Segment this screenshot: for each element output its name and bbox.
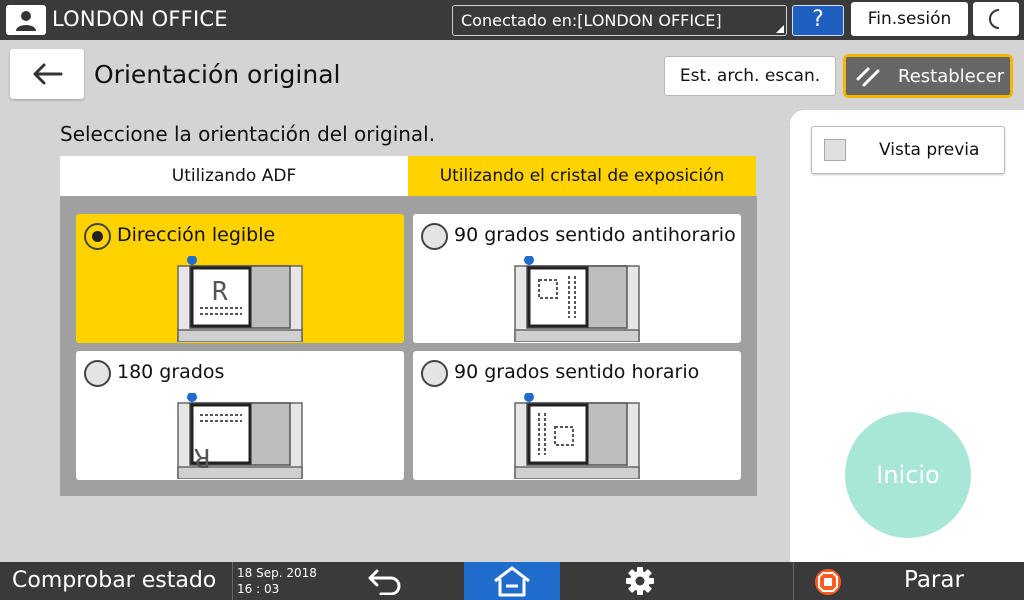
option-label: 180 grados — [117, 361, 225, 383]
scanner-180-icon: R — [177, 393, 303, 479]
scanner-90-cw-icon — [514, 393, 640, 479]
svg-text:R: R — [212, 277, 228, 307]
connection-label: Conectado en:[LONDON OFFICE] — [461, 11, 722, 30]
tab-adf[interactable]: Utilizando ADF — [60, 156, 408, 196]
check-status-button[interactable]: Comprobar estado — [0, 562, 229, 600]
orientation-options: Dirección legible R 90 grados sentido an… — [60, 196, 757, 496]
undo-icon — [368, 569, 401, 595]
help-button[interactable]: ? — [792, 5, 844, 36]
date-text: 18 Sep. 2018 — [237, 566, 317, 580]
connection-selector[interactable]: Conectado en:[LONDON OFFICE] — [452, 5, 787, 36]
page-title: Orientación original — [94, 60, 341, 89]
instruction-text: Seleccione la orientación del original. — [60, 122, 436, 146]
reset-button[interactable]: Restablecer — [843, 54, 1013, 98]
logout-button[interactable]: Fin.sesión — [851, 2, 968, 36]
radio-90-ccw[interactable] — [421, 223, 448, 250]
option-readable-direction[interactable]: Dirección legible R — [76, 214, 404, 343]
arrow-left-icon — [33, 63, 63, 85]
scanner-readable-icon: R — [177, 256, 303, 342]
stop-label: Parar — [904, 567, 964, 593]
stop-icon — [815, 569, 841, 595]
reset-label: Restablecer — [898, 65, 1005, 87]
moon-icon — [989, 9, 1000, 29]
scanner-90-ccw-icon — [514, 256, 640, 342]
user-icon — [16, 11, 36, 31]
option-90-ccw[interactable]: 90 grados sentido antihorario — [413, 214, 741, 343]
home-button[interactable] — [464, 562, 560, 600]
preview-label: Vista previa — [879, 140, 980, 160]
stop-button[interactable]: Parar — [793, 562, 1024, 600]
preview-toggle[interactable]: Vista previa — [811, 126, 1005, 174]
undo-button[interactable] — [340, 562, 430, 600]
scan-file-settings-button[interactable]: Est. arch. escan. — [664, 56, 836, 96]
radio-180[interactable] — [84, 360, 111, 387]
time-text: 16 : 03 — [237, 582, 280, 596]
gear-icon — [626, 567, 654, 595]
office-name: LONDON OFFICE — [52, 7, 228, 31]
reset-slash-icon — [856, 67, 880, 87]
option-label: 90 grados sentido horario — [454, 361, 700, 383]
option-180[interactable]: 180 grados R — [76, 351, 404, 480]
home-icon — [494, 566, 530, 597]
start-button[interactable]: Inicio — [845, 412, 971, 538]
radio-90-cw[interactable] — [421, 360, 448, 387]
dropdown-corner-icon — [776, 25, 784, 33]
energy-saver-button[interactable] — [973, 2, 1019, 36]
preview-checkbox[interactable] — [824, 139, 846, 161]
settings-button[interactable] — [590, 562, 690, 600]
user-button[interactable] — [6, 5, 46, 35]
date-time: 18 Sep. 2018 16 : 03 — [232, 562, 322, 600]
top-bar: LONDON OFFICE Conectado en:[LONDON OFFIC… — [0, 0, 1024, 40]
bottom-bar: Comprobar estado 18 Sep. 2018 16 : 03 Pa… — [0, 562, 1024, 600]
svg-text:R: R — [194, 442, 210, 472]
option-label: Dirección legible — [117, 224, 276, 246]
back-button[interactable] — [10, 49, 84, 99]
radio-readable-direction[interactable] — [84, 223, 111, 250]
option-label: 90 grados sentido antihorario — [454, 224, 736, 246]
option-90-cw[interactable]: 90 grados sentido horario — [413, 351, 741, 480]
tab-exposure-glass[interactable]: Utilizando el cristal de exposición — [408, 156, 756, 196]
